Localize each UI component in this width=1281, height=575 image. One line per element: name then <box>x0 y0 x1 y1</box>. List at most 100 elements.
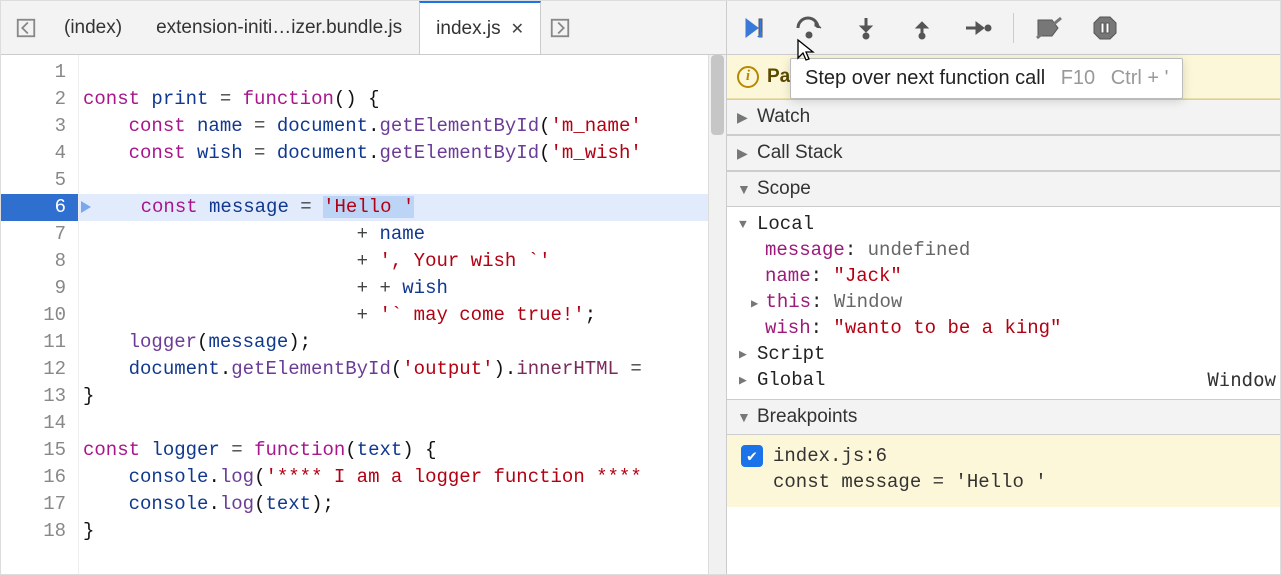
code-line[interactable]: const message = 'Hello ' <box>79 194 708 221</box>
pause-on-exceptions-button[interactable] <box>1088 11 1122 45</box>
line-number[interactable]: 6 <box>1 194 78 221</box>
code-line[interactable]: const name = document.getElementById('m_… <box>79 113 708 140</box>
scope-global-label: Global <box>757 369 825 391</box>
tab-extension-bundle[interactable]: extension-initi…izer.bundle.js <box>139 1 419 54</box>
section-title: Watch <box>757 106 810 128</box>
line-number[interactable]: 7 <box>1 221 78 248</box>
info-icon: i <box>737 66 759 88</box>
scope-global-value: Window <box>1207 369 1276 391</box>
scope-local-label: Local <box>757 213 814 235</box>
var-name: this <box>765 291 811 313</box>
line-number[interactable]: 8 <box>1 248 78 275</box>
tabs-scroll-right-icon[interactable] <box>545 13 575 43</box>
code-line[interactable]: console.log('**** I am a logger function… <box>79 464 708 491</box>
section-title: Call Stack <box>757 142 843 164</box>
debug-toolbar <box>727 1 1280 55</box>
line-number[interactable]: 13 <box>1 383 78 410</box>
line-number[interactable]: 2 <box>1 86 78 113</box>
line-number[interactable]: 4 <box>1 140 78 167</box>
tooltip-shortcut: F10 <box>1061 67 1095 89</box>
scrollbar-thumb[interactable] <box>711 55 724 135</box>
step-button[interactable] <box>961 11 995 45</box>
line-number[interactable]: 16 <box>1 464 78 491</box>
tab-label: (index) <box>64 17 122 39</box>
scope-global-header[interactable]: ▶ Global Window <box>735 367 1280 393</box>
var-value: Window <box>834 291 902 313</box>
scope-local-header[interactable]: ▼ Local <box>735 211 1280 237</box>
code-line[interactable]: document.getElementById('output').innerH… <box>79 356 708 383</box>
code-line[interactable]: + '` may come true!'; <box>79 302 708 329</box>
code-line[interactable]: console.log(text); <box>79 491 708 518</box>
variable-row[interactable]: wish: "wanto to be a king" <box>735 315 1280 341</box>
toolbar-separator <box>1013 13 1014 43</box>
code-line[interactable]: + name <box>79 221 708 248</box>
breakpoint-item[interactable]: ✔ index.js:6 <box>741 445 1270 467</box>
code-line[interactable]: } <box>79 383 708 410</box>
variable-row-this[interactable]: ▶ this: Window <box>735 289 1280 315</box>
tab-index-js[interactable]: index.js ✕ <box>419 1 541 54</box>
tab-label: extension-initi…izer.bundle.js <box>156 17 402 39</box>
var-name: wish <box>765 317 811 339</box>
code-line[interactable] <box>79 59 708 86</box>
resume-button[interactable] <box>737 11 771 45</box>
breakpoint-code-preview: const message = 'Hello ' <box>741 471 1270 493</box>
tab-index-page[interactable]: (index) <box>47 1 139 54</box>
line-number[interactable]: 5 <box>1 167 78 194</box>
chevron-right-icon: ▶ <box>737 145 751 162</box>
line-number[interactable]: 3 <box>1 113 78 140</box>
chevron-down-icon: ▼ <box>737 409 751 425</box>
callstack-section-header[interactable]: ▶ Call Stack <box>727 135 1280 171</box>
execution-pointer-icon <box>81 201 91 213</box>
code-line[interactable]: const print = function() { <box>79 86 708 113</box>
scope-section-header[interactable]: ▼ Scope <box>727 171 1280 207</box>
code-line[interactable] <box>79 167 708 194</box>
line-number[interactable]: 17 <box>1 491 78 518</box>
close-icon[interactable]: ✕ <box>511 19 524 39</box>
var-name: name <box>765 265 811 287</box>
line-number[interactable]: 10 <box>1 302 78 329</box>
line-number[interactable]: 12 <box>1 356 78 383</box>
code-line[interactable]: logger(message); <box>79 329 708 356</box>
variable-row[interactable]: name: "Jack" <box>735 263 1280 289</box>
chevron-right-icon: ▶ <box>739 347 753 362</box>
vertical-scrollbar[interactable] <box>708 55 726 574</box>
tabs-scroll-left-icon[interactable] <box>11 13 41 43</box>
variable-row[interactable]: message: undefined <box>735 237 1280 263</box>
step-out-button[interactable] <box>905 11 939 45</box>
step-into-button[interactable] <box>849 11 883 45</box>
paused-label: Pa <box>767 66 790 88</box>
var-value: "wanto to be a king" <box>833 317 1061 339</box>
scope-script-header[interactable]: ▶ Script <box>735 341 1280 367</box>
code-line[interactable]: } <box>79 518 708 545</box>
var-value: undefined <box>868 239 971 261</box>
line-number[interactable]: 14 <box>1 410 78 437</box>
var-value: "Jack" <box>833 265 901 287</box>
code-area[interactable]: const print = function() { const name = … <box>79 55 708 574</box>
code-editor[interactable]: 123456789101112131415161718 const print … <box>1 55 726 574</box>
line-number[interactable]: 18 <box>1 518 78 545</box>
checkbox-checked-icon[interactable]: ✔ <box>741 445 763 467</box>
breakpoints-body: ✔ index.js:6 const message = 'Hello ' <box>727 435 1280 507</box>
code-line[interactable]: + + wish <box>79 275 708 302</box>
watch-section-header[interactable]: ▶ Watch <box>727 99 1280 135</box>
section-title: Scope <box>757 178 811 200</box>
code-line[interactable]: const wish = document.getElementById('m_… <box>79 140 708 167</box>
chevron-right-icon: ▶ <box>751 297 765 311</box>
deactivate-breakpoints-button[interactable] <box>1032 11 1066 45</box>
line-number[interactable]: 15 <box>1 437 78 464</box>
var-name: message <box>765 239 845 261</box>
line-number[interactable]: 11 <box>1 329 78 356</box>
breakpoints-section-header[interactable]: ▼ Breakpoints <box>727 399 1280 435</box>
tooltip-shortcut: Ctrl + ' <box>1111 67 1169 89</box>
code-line[interactable] <box>79 410 708 437</box>
code-line[interactable]: const logger = function(text) { <box>79 437 708 464</box>
line-number[interactable]: 9 <box>1 275 78 302</box>
step-over-button[interactable] <box>793 11 827 45</box>
chevron-right-icon: ▶ <box>737 109 751 126</box>
tooltip-text: Step over next function call <box>805 67 1045 89</box>
tooltip-step-over: Step over next function call F10 Ctrl + … <box>790 58 1183 99</box>
line-number-gutter: 123456789101112131415161718 <box>1 55 79 574</box>
code-line[interactable]: + ', Your wish `' <box>79 248 708 275</box>
line-number[interactable]: 1 <box>1 59 78 86</box>
chevron-right-icon: ▶ <box>739 373 753 388</box>
